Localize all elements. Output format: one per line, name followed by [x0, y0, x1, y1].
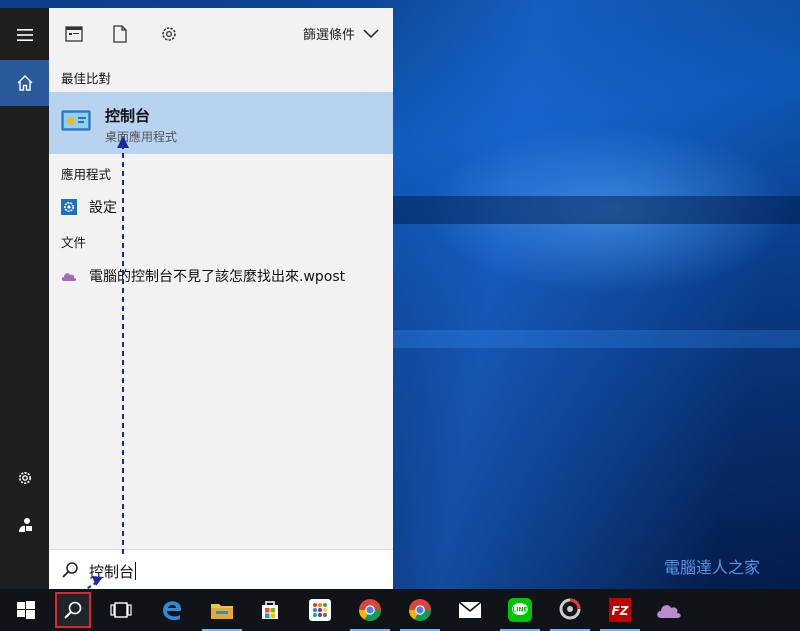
- search-input[interactable]: 控制台: [89, 561, 137, 582]
- filter-label: 篩選條件: [302, 28, 355, 43]
- window-icon: [65, 26, 83, 42]
- user-icon: [18, 518, 32, 532]
- list-item-settings[interactable]: 設定: [61, 197, 117, 217]
- chrome-icon: [359, 599, 381, 621]
- onenote-cloud-button[interactable]: [645, 589, 693, 631]
- task-view-icon: [110, 602, 132, 618]
- best-match-header: 最佳比對: [61, 71, 112, 86]
- documents-filter-button[interactable]: [108, 22, 132, 46]
- hamburger-icon: [16, 29, 33, 41]
- chevron-down-icon: [363, 28, 379, 38]
- chrome-profile-button[interactable]: [396, 589, 444, 631]
- svg-text:FZ: FZ: [612, 604, 629, 618]
- watermark-text: 電腦達人之家: [663, 558, 760, 577]
- search-icon: [62, 562, 78, 578]
- photo-app-button[interactable]: [546, 589, 594, 631]
- onenote-cloud-icon: [657, 605, 681, 618]
- file-explorer-icon: [211, 604, 233, 619]
- search-input-value: 控制台: [89, 563, 135, 581]
- taskbar-search-button[interactable]: [55, 592, 91, 628]
- search-box[interactable]: 控制台: [49, 549, 393, 589]
- svg-text:LINE: LINE: [512, 607, 527, 614]
- search-icon: [64, 601, 82, 619]
- apps-grid-icon: [309, 599, 331, 621]
- wallpaper-light-beam: [393, 196, 800, 224]
- list-item-label: 設定: [89, 200, 117, 216]
- task-view-button[interactable]: [97, 589, 145, 631]
- gear-icon: [162, 27, 176, 41]
- mail-button[interactable]: [446, 589, 494, 631]
- store-icon: [262, 601, 278, 619]
- document-icon: [113, 25, 127, 43]
- filezilla-icon: FZ: [609, 598, 631, 622]
- wallpaper-light-beam: [393, 330, 800, 348]
- settings-filter-button[interactable]: [157, 22, 181, 46]
- search-results-panel: 篩選條件 最佳比對 控制台 桌面應用程式 應用程式 設定 文件 電腦的控制台不見…: [49, 8, 393, 589]
- mail-icon: [458, 601, 482, 618]
- apps-header: 應用程式: [61, 167, 112, 182]
- start-button[interactable]: [2, 589, 50, 631]
- chrome-button[interactable]: [346, 589, 394, 631]
- user-feedback-button[interactable]: [0, 502, 49, 548]
- best-match-subtitle: 桌面應用程式: [105, 130, 178, 144]
- settings-button[interactable]: [0, 455, 49, 501]
- chrome-alt-icon: [409, 599, 431, 621]
- list-item-document[interactable]: 電腦的控制台不見了該怎麼找出來.wpost: [61, 266, 345, 286]
- apps-grid-button[interactable]: [296, 589, 344, 631]
- windows-start-icon: [17, 601, 35, 619]
- hamburger-menu-button[interactable]: [0, 12, 49, 58]
- line-button[interactable]: LINE: [496, 589, 544, 631]
- taskbar: LINE FZ: [0, 589, 800, 631]
- filezilla-button[interactable]: FZ: [596, 589, 644, 631]
- cloud-document-icon: [61, 268, 77, 284]
- control-panel-icon: [61, 110, 91, 131]
- home-button[interactable]: [0, 60, 49, 106]
- settings-app-icon: [61, 199, 77, 215]
- apps-filter-button[interactable]: [62, 22, 86, 46]
- file-explorer-button[interactable]: [198, 589, 246, 631]
- settings-icon: [18, 472, 31, 484]
- text-caret: [135, 562, 137, 580]
- filter-dropdown[interactable]: 篩選條件: [303, 24, 379, 43]
- edge-icon: [163, 601, 181, 621]
- best-match-item[interactable]: 控制台 桌面應用程式: [49, 92, 393, 154]
- home-icon: [17, 75, 32, 91]
- best-match-title: 控制台: [105, 107, 151, 125]
- edge-button[interactable]: [148, 589, 196, 631]
- documents-header: 文件: [61, 235, 87, 250]
- store-button[interactable]: [246, 589, 294, 631]
- line-icon: LINE: [508, 598, 532, 622]
- photo-app-icon: [559, 598, 581, 620]
- list-item-label: 電腦的控制台不見了該怎麼找出來.wpost: [89, 269, 346, 285]
- search-toolbar: 篩選條件: [49, 8, 393, 60]
- start-menu-rail: [0, 8, 49, 589]
